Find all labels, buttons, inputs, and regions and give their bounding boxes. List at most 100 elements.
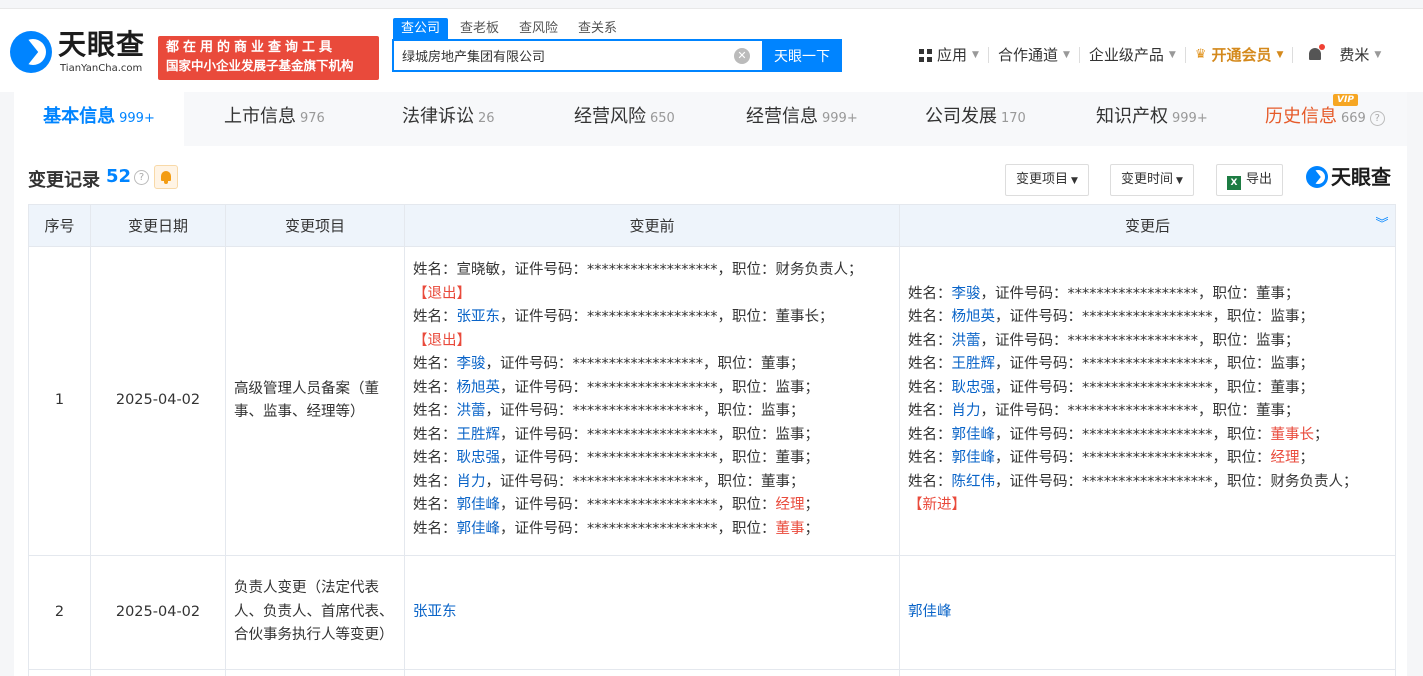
person-name[interactable]: 张亚东 bbox=[457, 309, 501, 325]
help-icon[interactable]: ? bbox=[134, 170, 149, 185]
person-entry: 姓名：王胜辉，证件号码：******************，职位：监事； bbox=[908, 353, 1387, 377]
position-value: 经理 bbox=[1270, 450, 1300, 466]
person-name[interactable]: 王胜辉 bbox=[457, 427, 501, 443]
person-name[interactable]: 肖力 bbox=[457, 474, 486, 490]
id-and-position-label: ，证件号码：******************，职位： bbox=[995, 473, 1271, 490]
tab-count: 650 bbox=[650, 111, 675, 126]
id-and-position-label: ，证件号码：******************，职位： bbox=[980, 285, 1257, 302]
person-name[interactable]: 耿忠强 bbox=[952, 380, 996, 396]
person-entry: 姓名：肖力，证件号码：******************，职位：董事； bbox=[413, 471, 891, 495]
tab-listing-info[interactable]: 上市信息 976 bbox=[224, 92, 325, 146]
person-name[interactable]: 王胜辉 bbox=[952, 356, 996, 372]
nav-vip[interactable]: ♛ 开通会员 ▼ bbox=[1186, 43, 1293, 67]
nav-notifications[interactable] bbox=[1293, 44, 1337, 63]
after-list: 姓名：李骏，证件号码：******************，职位：董事； 姓名：杨… bbox=[908, 283, 1387, 518]
cell-before: 张亚东 bbox=[404, 555, 900, 670]
person-name[interactable]: 李骏 bbox=[457, 356, 486, 372]
id-and-position-label: ，证件号码：******************，职位： bbox=[995, 379, 1271, 396]
person-name[interactable]: 郭佳峰 bbox=[457, 521, 501, 537]
position-value: 经理 bbox=[775, 497, 805, 513]
export-button[interactable]: X 导出 bbox=[1216, 164, 1284, 196]
person-entry: 姓名：洪蕾，证件号码：******************，职位：监事； bbox=[908, 330, 1387, 354]
person-name[interactable]: 洪蕾 bbox=[952, 333, 981, 349]
tab-litigation[interactable]: 法律诉讼 26 bbox=[402, 92, 495, 146]
monitor-bell-icon[interactable] bbox=[154, 165, 178, 189]
section-count: 52 bbox=[106, 166, 132, 187]
person-name[interactable]: 杨旭英 bbox=[952, 309, 996, 325]
person-name[interactable]: 杨旭英 bbox=[457, 380, 501, 396]
caret-down-icon: ▼ bbox=[1176, 176, 1183, 186]
person-name[interactable]: 李骏 bbox=[952, 286, 981, 302]
separator: ； bbox=[848, 262, 863, 278]
cell-no: 1 bbox=[28, 246, 91, 556]
id-and-position-label: ，证件号码：******************，职位： bbox=[995, 426, 1271, 443]
cell-empty bbox=[90, 669, 226, 676]
separator: ； bbox=[1285, 285, 1300, 302]
position-value: 董事 bbox=[761, 356, 790, 372]
double-chevron-down-icon[interactable]: ︾ bbox=[1375, 218, 1389, 233]
search-tab-boss[interactable]: 查老板 bbox=[452, 18, 507, 40]
slogan-banner[interactable]: 都在用的商业查询工具 国家中小企业发展子基金旗下机构 bbox=[158, 36, 379, 80]
filter-change-time[interactable]: 变更时间 ▼ bbox=[1110, 164, 1194, 196]
tab-count: 999+ bbox=[822, 111, 858, 126]
search-tab-company[interactable]: 查公司 bbox=[393, 18, 449, 40]
name-label: 姓名： bbox=[908, 450, 952, 466]
tab-development[interactable]: 公司发展 170 bbox=[925, 92, 1026, 146]
id-and-position-label: ，证件号码：******************，职位： bbox=[995, 309, 1271, 325]
id-and-position-label: ，证件号码：******************，职位： bbox=[980, 403, 1257, 419]
cell-after: 姓名：李骏，证件号码：******************，职位：董事； 姓名：杨… bbox=[899, 246, 1396, 556]
position-value: 董事 bbox=[1256, 403, 1285, 419]
search-button[interactable]: 天眼一下 bbox=[762, 39, 842, 72]
separator: ； bbox=[804, 426, 820, 443]
person-name[interactable]: 郭佳峰 bbox=[952, 450, 996, 466]
nav-apps[interactable]: 应用 ▼ bbox=[910, 43, 988, 67]
position-value: 监事 bbox=[1270, 356, 1300, 372]
tab-label: 知识产权 bbox=[1096, 106, 1168, 127]
top-nav: 应用 ▼ 合作通道 ▼ 企业级产品 ▼ ♛ 开通会员 ▼ 费米 ▼ bbox=[910, 43, 1390, 67]
site-logo[interactable]: 天眼查 TianYanCha.com bbox=[10, 29, 150, 77]
nav-cooperation[interactable]: 合作通道 ▼ bbox=[989, 43, 1079, 67]
search-input[interactable] bbox=[394, 41, 724, 70]
separator: ； bbox=[790, 473, 805, 490]
person-name[interactable]: 肖力 bbox=[952, 403, 981, 419]
person-entry: 姓名：李骏，证件号码：******************，职位：董事； bbox=[413, 353, 891, 377]
tab-label: 经营风险 bbox=[574, 106, 646, 127]
tab-ip[interactable]: 知识产权 999+ bbox=[1096, 92, 1208, 146]
nav-cooperation-label: 合作通道 bbox=[997, 46, 1058, 64]
tab-count: 999+ bbox=[1172, 111, 1208, 126]
nav-apps-label: 应用 bbox=[937, 46, 968, 64]
nav-user[interactable]: 费米 ▼ bbox=[1337, 43, 1390, 67]
tab-business-risk[interactable]: 经营风险 650 bbox=[574, 92, 675, 146]
position-value: 董事 bbox=[775, 450, 805, 466]
search-tab-relation[interactable]: 查关系 bbox=[570, 18, 625, 40]
person-link[interactable]: 张亚东 bbox=[413, 604, 457, 620]
nav-enterprise[interactable]: 企业级产品 ▼ bbox=[1080, 43, 1185, 67]
tab-label: 上市信息 bbox=[224, 106, 296, 127]
cell-empty bbox=[28, 669, 91, 676]
bell-icon bbox=[1308, 44, 1326, 63]
separator: ； bbox=[1314, 426, 1329, 443]
person-entry: 姓名：郭佳峰，证件号码：******************，职位：经理； bbox=[413, 494, 891, 518]
tab-business-info[interactable]: 经营信息 999+ bbox=[746, 92, 858, 146]
position-value: 监事 bbox=[1270, 309, 1300, 325]
person-name[interactable]: 陈红伟 bbox=[952, 474, 996, 490]
caret-down-icon: ▼ bbox=[1374, 50, 1382, 60]
separator: ； bbox=[1299, 356, 1315, 372]
search-tab-risk[interactable]: 查风险 bbox=[511, 18, 566, 40]
person-name[interactable]: 洪蕾 bbox=[457, 403, 486, 419]
person-name[interactable]: 耿忠强 bbox=[457, 450, 501, 466]
help-icon[interactable]: ? bbox=[1369, 111, 1385, 126]
section-title: 变更记录 bbox=[28, 170, 100, 191]
filter-change-item[interactable]: 变更项目 ▼ bbox=[1005, 164, 1089, 196]
person-name[interactable]: 郭佳峰 bbox=[457, 497, 501, 513]
position-value: 监事 bbox=[761, 403, 790, 419]
clear-icon[interactable]: ✕ bbox=[734, 48, 750, 64]
person-name[interactable]: 郭佳峰 bbox=[952, 427, 996, 443]
person-link[interactable]: 郭佳峰 bbox=[908, 604, 952, 620]
nav-enterprise-label: 企业级产品 bbox=[1088, 46, 1164, 64]
separator: ； bbox=[819, 309, 834, 325]
tab-history[interactable]: VIP 历史信息 669? bbox=[1265, 92, 1385, 146]
tab-basic-info[interactable]: 基本信息 999+ bbox=[14, 92, 184, 146]
person-entry: 姓名：陈红伟，证件号码：******************，职位：财务负责人；… bbox=[908, 471, 1387, 518]
position-value: 董事 bbox=[1270, 379, 1300, 396]
